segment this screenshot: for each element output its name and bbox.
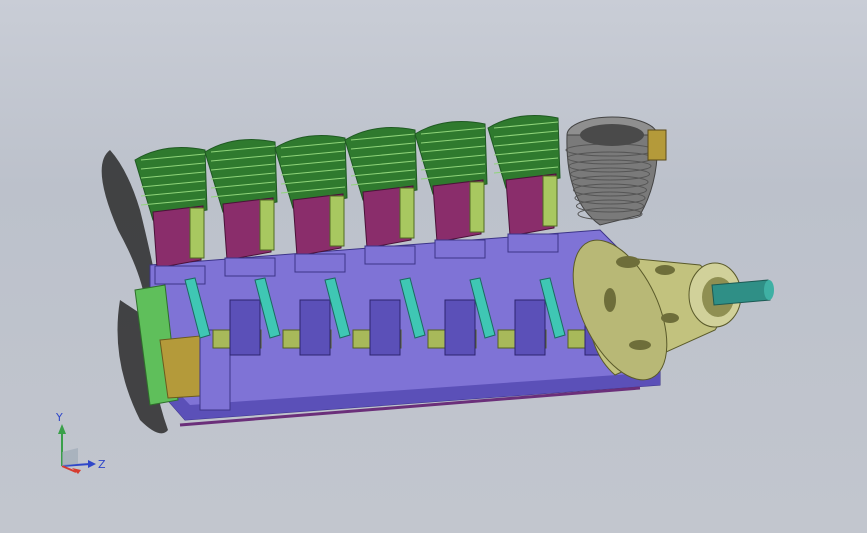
z-axis-label: Z <box>98 458 106 471</box>
cylinder[interactable] <box>487 115 561 253</box>
cylinder[interactable] <box>344 127 418 265</box>
cad-viewport[interactable] <box>0 0 867 533</box>
y-axis-arrow <box>58 424 66 434</box>
z-axis-arrow <box>88 460 96 468</box>
triad-box <box>62 448 78 466</box>
rear-cylinder[interactable] <box>565 116 667 226</box>
cylinder[interactable] <box>414 121 488 259</box>
propeller-shaft[interactable] <box>711 279 774 306</box>
y-axis-label: Y <box>55 411 63 424</box>
axis-triad: Y Z <box>55 411 106 474</box>
